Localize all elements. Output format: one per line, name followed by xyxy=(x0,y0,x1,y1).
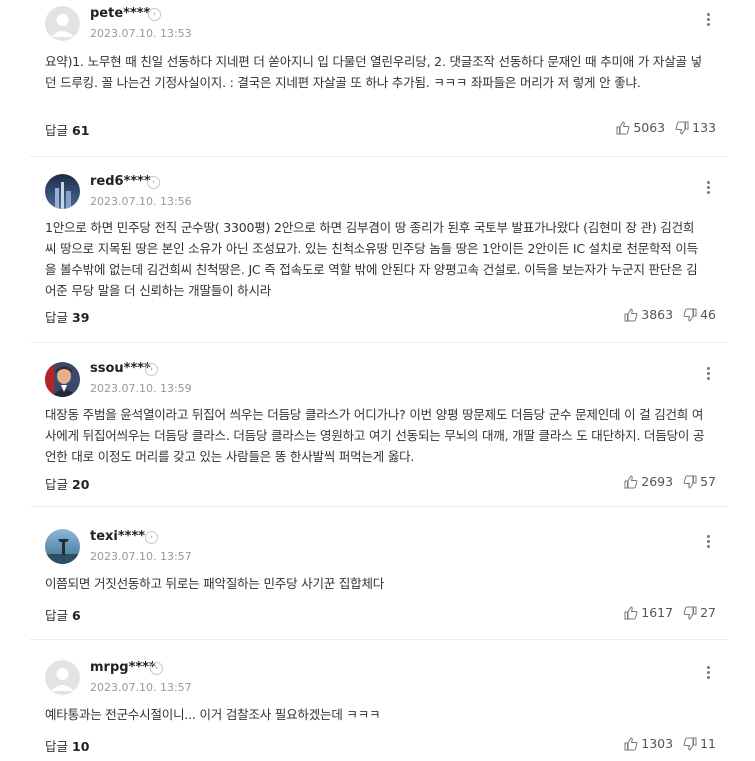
avatar[interactable] xyxy=(45,529,80,564)
reply-count: 20 xyxy=(72,477,90,492)
reply-button[interactable]: 답글 6 xyxy=(45,605,81,624)
like-count: 1303 xyxy=(641,736,674,751)
thumbs-up-icon xyxy=(624,307,638,321)
author-nickname[interactable]: mrpg**** › xyxy=(90,660,163,675)
profile-arrow-icon[interactable]: › xyxy=(145,531,158,544)
dislike-button[interactable]: 11 xyxy=(683,736,716,751)
like-count: 2693 xyxy=(641,474,674,489)
avatar[interactable] xyxy=(45,6,80,41)
avatar[interactable] xyxy=(45,174,80,209)
more-options-icon[interactable] xyxy=(698,531,718,551)
thumbs-up-icon xyxy=(624,736,638,750)
profile-arrow-icon[interactable]: › xyxy=(145,363,158,376)
vote-area: 5063 133 xyxy=(616,120,716,135)
thumbs-down-icon xyxy=(675,121,689,135)
like-button[interactable]: 2693 xyxy=(624,474,673,489)
dislike-button[interactable]: 27 xyxy=(683,605,716,620)
vote-area: 3863 46 xyxy=(624,307,716,322)
comment-text: 요약)1. 노무현 때 친일 선동하다 지네편 더 쏟아지니 입 다물던 열린우… xyxy=(45,54,702,90)
dislike-count: 57 xyxy=(700,474,716,489)
vote-area: 1303 11 xyxy=(624,736,716,751)
comment-text: 예타통과는 전군수시절이니... 이거 검찰조사 필요하겠는데 ㅋㅋㅋ xyxy=(45,707,381,722)
thumbs-down-icon xyxy=(683,737,697,751)
dislike-button[interactable]: 46 xyxy=(683,307,716,322)
comment-item: ssou**** › 2023.07.10. 13:59 대장동 주범을 윤석열… xyxy=(30,343,728,507)
vote-area: 1617 27 xyxy=(624,605,716,620)
thumbs-down-icon xyxy=(683,606,697,620)
reply-button[interactable]: 답글 39 xyxy=(45,307,89,326)
comment-date: 2023.07.10. 13:56 xyxy=(90,195,192,208)
like-button[interactable]: 5063 xyxy=(616,120,665,135)
comment-date: 2023.07.10. 13:59 xyxy=(90,382,192,395)
comment-item: pete**** › 2023.07.10. 13:53 요약)1. 노무현 때… xyxy=(30,0,728,157)
comment-text: 1안으로 하면 민주당 전직 군수땅( 3300평) 2안으로 하면 김부겸이 … xyxy=(45,220,698,298)
more-options-icon[interactable] xyxy=(698,177,718,197)
more-options-icon[interactable] xyxy=(698,363,718,383)
comment-text: 대장동 주범을 윤석열이라고 뒤집어 씌우는 더듬당 클라스가 어디가나? 이번… xyxy=(45,407,705,464)
comment-text: 이쯤되면 거짓선동하고 뒤로는 패악질하는 민주당 사기꾼 집합체다 xyxy=(45,576,385,591)
reply-count: 10 xyxy=(72,739,90,754)
reply-count: 61 xyxy=(72,123,90,138)
comment-item: red6**** › 2023.07.10. 13:56 1안으로 하면 민주당… xyxy=(30,157,728,343)
comment-item: texi**** › 2023.07.10. 13:57 이쯤되면 거짓선동하고… xyxy=(30,507,728,640)
reply-count: 6 xyxy=(72,608,81,623)
avatar[interactable] xyxy=(45,362,80,397)
author-nickname[interactable]: pete**** › xyxy=(90,6,161,21)
like-button[interactable]: 1617 xyxy=(624,605,673,620)
comment-date: 2023.07.10. 13:57 xyxy=(90,681,192,694)
dislike-button[interactable]: 133 xyxy=(675,120,716,135)
dislike-count: 11 xyxy=(700,736,716,751)
comment-date: 2023.07.10. 13:53 xyxy=(90,27,192,40)
reply-button[interactable]: 답글 20 xyxy=(45,474,89,493)
reply-button[interactable]: 답글 10 xyxy=(45,736,89,755)
reply-count: 39 xyxy=(72,310,90,325)
comment-date: 2023.07.10. 13:57 xyxy=(90,550,192,563)
more-options-icon[interactable] xyxy=(698,9,718,29)
dislike-count: 133 xyxy=(692,120,716,135)
dislike-count: 46 xyxy=(700,307,716,322)
vote-area: 2693 57 xyxy=(624,474,716,489)
more-options-icon[interactable] xyxy=(698,662,718,682)
avatar[interactable] xyxy=(45,660,80,695)
profile-arrow-icon[interactable]: › xyxy=(148,8,161,21)
thumbs-down-icon xyxy=(683,308,697,322)
profile-arrow-icon[interactable]: › xyxy=(147,176,160,189)
author-nickname[interactable]: texi**** › xyxy=(90,529,158,544)
dislike-count: 27 xyxy=(700,605,716,620)
profile-arrow-icon[interactable]: › xyxy=(150,662,163,675)
like-count: 5063 xyxy=(633,120,666,135)
like-button[interactable]: 1303 xyxy=(624,736,673,751)
dislike-button[interactable]: 57 xyxy=(683,474,716,489)
reply-button[interactable]: 답글 61 xyxy=(45,120,89,139)
thumbs-up-icon xyxy=(624,605,638,619)
comment-item: mrpg**** › 2023.07.10. 13:57 예타통과는 전군수시절… xyxy=(30,640,728,761)
thumbs-up-icon xyxy=(624,474,638,488)
like-button[interactable]: 3863 xyxy=(624,307,673,322)
author-nickname[interactable]: ssou**** › xyxy=(90,361,158,376)
like-count: 1617 xyxy=(641,605,674,620)
author-nickname[interactable]: red6**** › xyxy=(90,174,160,189)
thumbs-down-icon xyxy=(683,475,697,489)
like-count: 3863 xyxy=(641,307,674,322)
thumbs-up-icon xyxy=(616,120,630,134)
